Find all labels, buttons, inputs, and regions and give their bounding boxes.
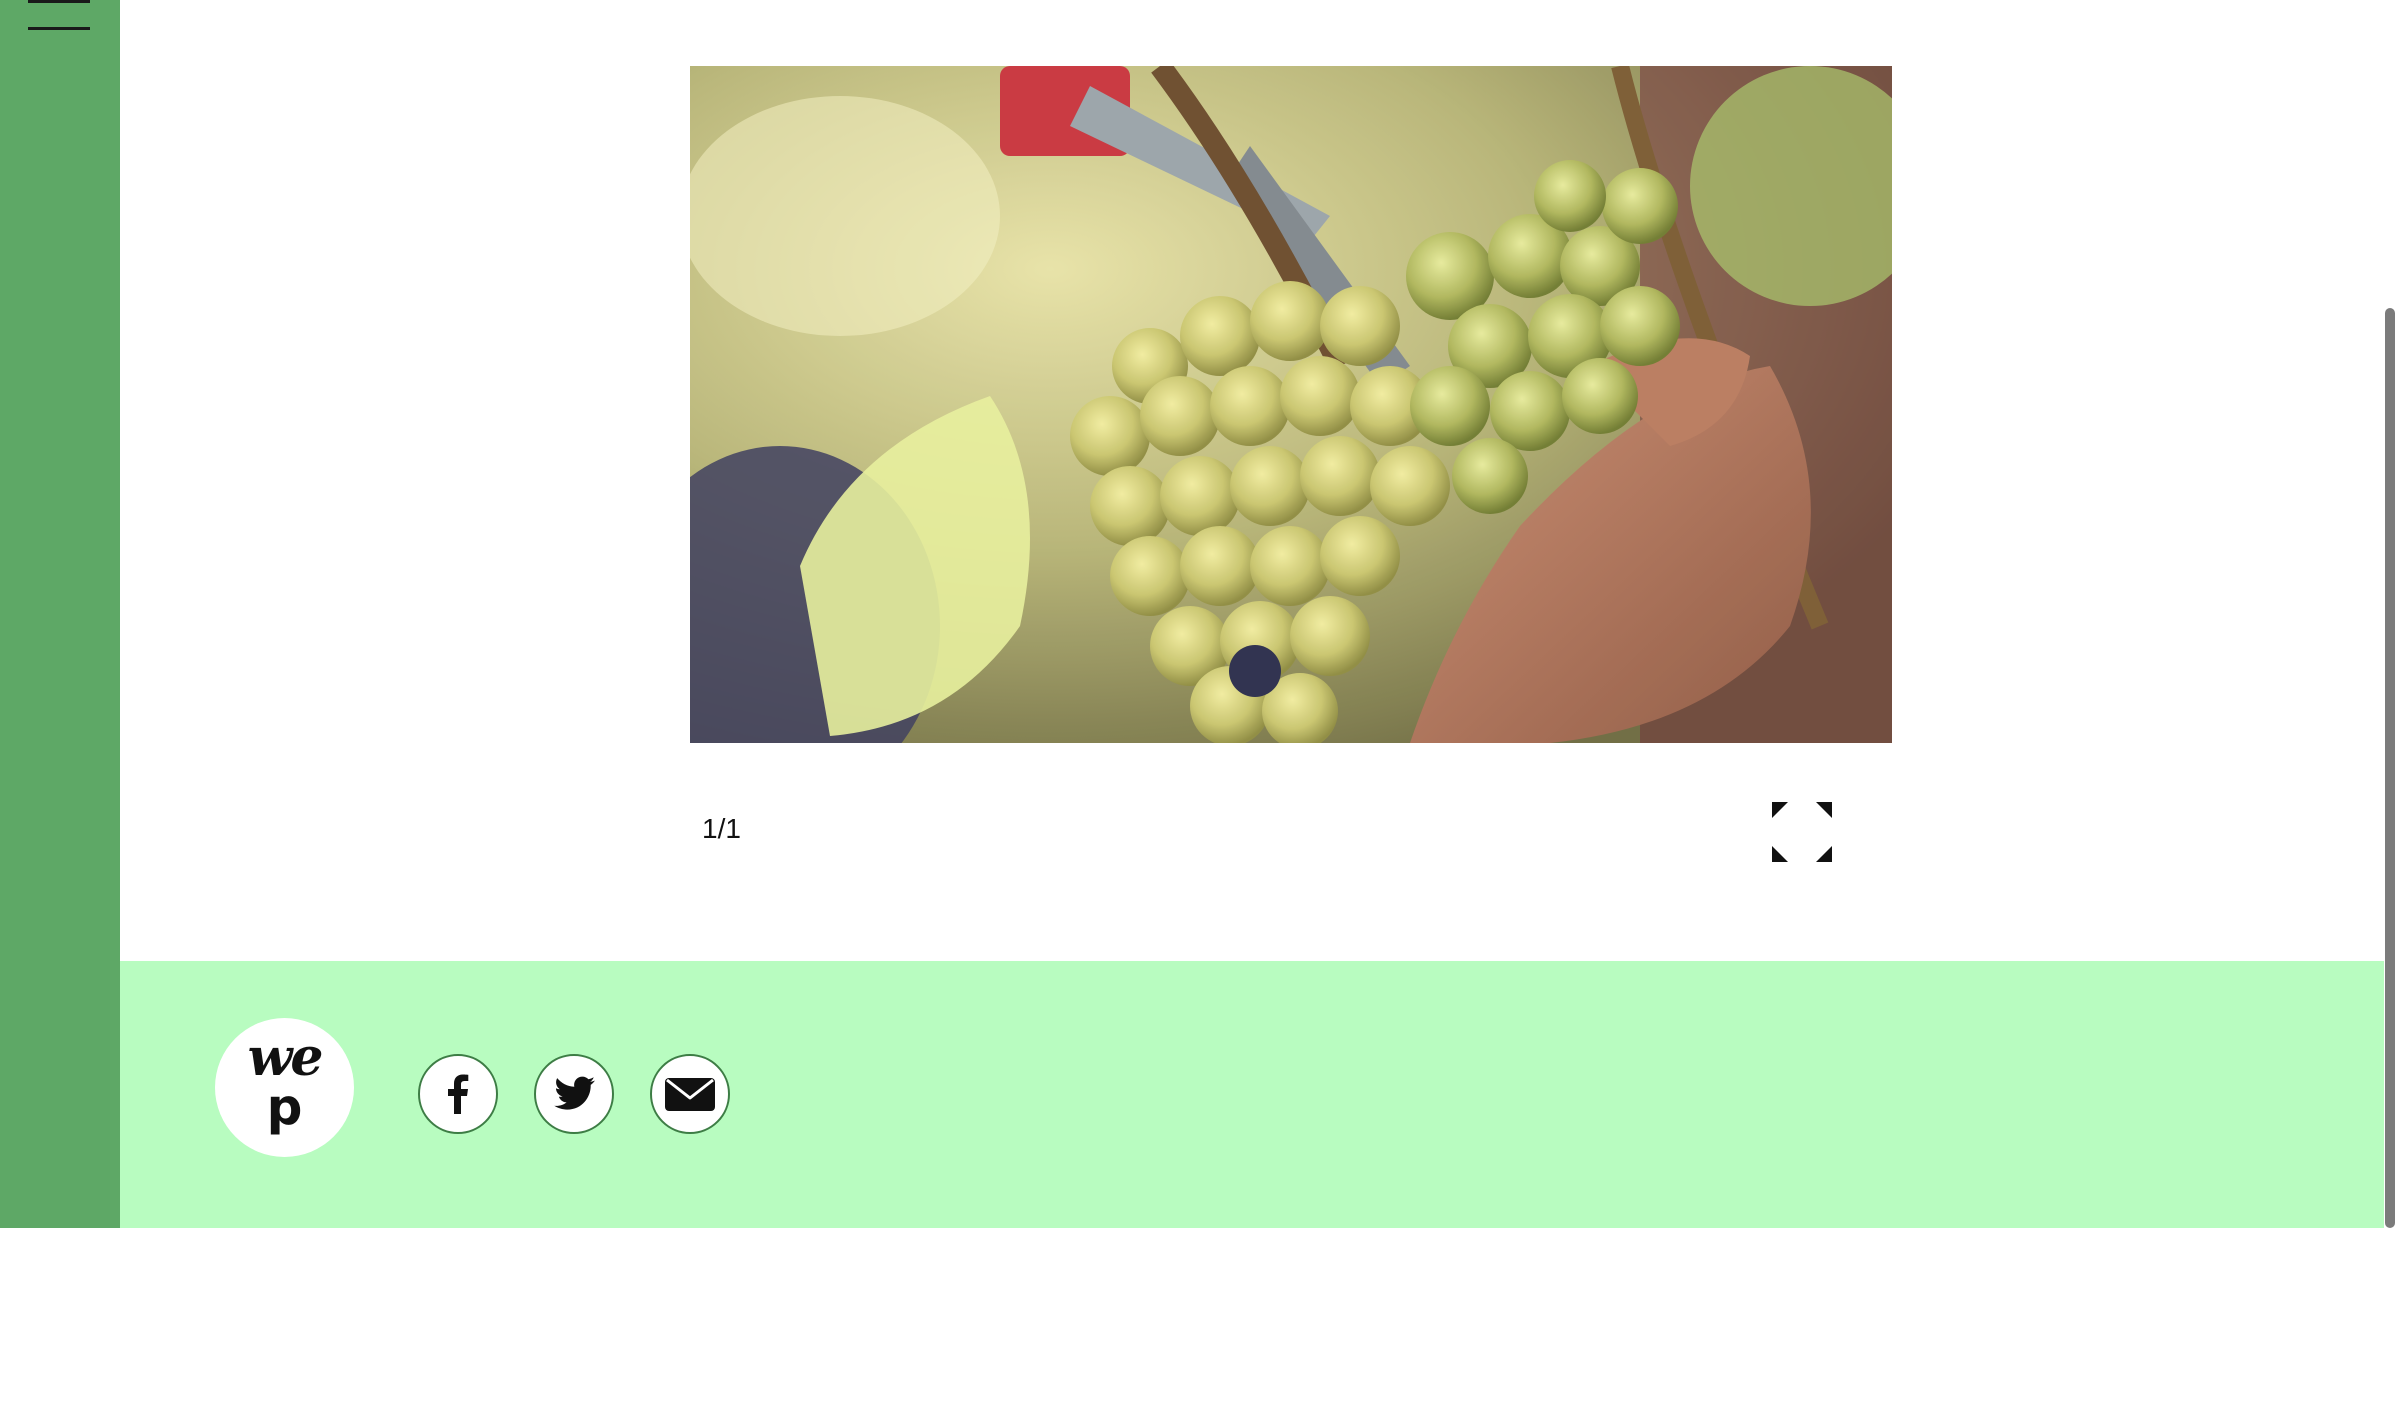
sidebar bbox=[0, 0, 120, 1228]
footer: we p bbox=[120, 961, 2388, 1228]
email-share-button[interactable] bbox=[650, 1054, 730, 1134]
wep-logo[interactable]: we p bbox=[215, 1018, 354, 1157]
scrollbar-thumb[interactable] bbox=[2385, 308, 2395, 1228]
twitter-icon bbox=[554, 1076, 595, 1110]
expand-fullscreen-icon[interactable] bbox=[1772, 802, 1832, 862]
slide-counter: 1/1 bbox=[702, 813, 741, 844]
facebook-icon bbox=[448, 1074, 469, 1114]
email-icon bbox=[665, 1078, 715, 1111]
logo-text-line2: p bbox=[266, 1078, 303, 1136]
twitter-share-button[interactable] bbox=[534, 1054, 614, 1134]
logo-text-line1: we bbox=[247, 1027, 324, 1088]
grapes-photo-image bbox=[690, 66, 1892, 743]
expand-fullscreen-glyph bbox=[1772, 802, 1832, 862]
menu-line bbox=[28, 0, 90, 3]
facebook-share-button[interactable] bbox=[418, 1054, 498, 1134]
image-slideshow bbox=[690, 66, 1892, 743]
grapes-photo bbox=[690, 66, 1892, 743]
hamburger-menu-icon[interactable] bbox=[28, 0, 90, 32]
menu-line bbox=[28, 27, 90, 30]
